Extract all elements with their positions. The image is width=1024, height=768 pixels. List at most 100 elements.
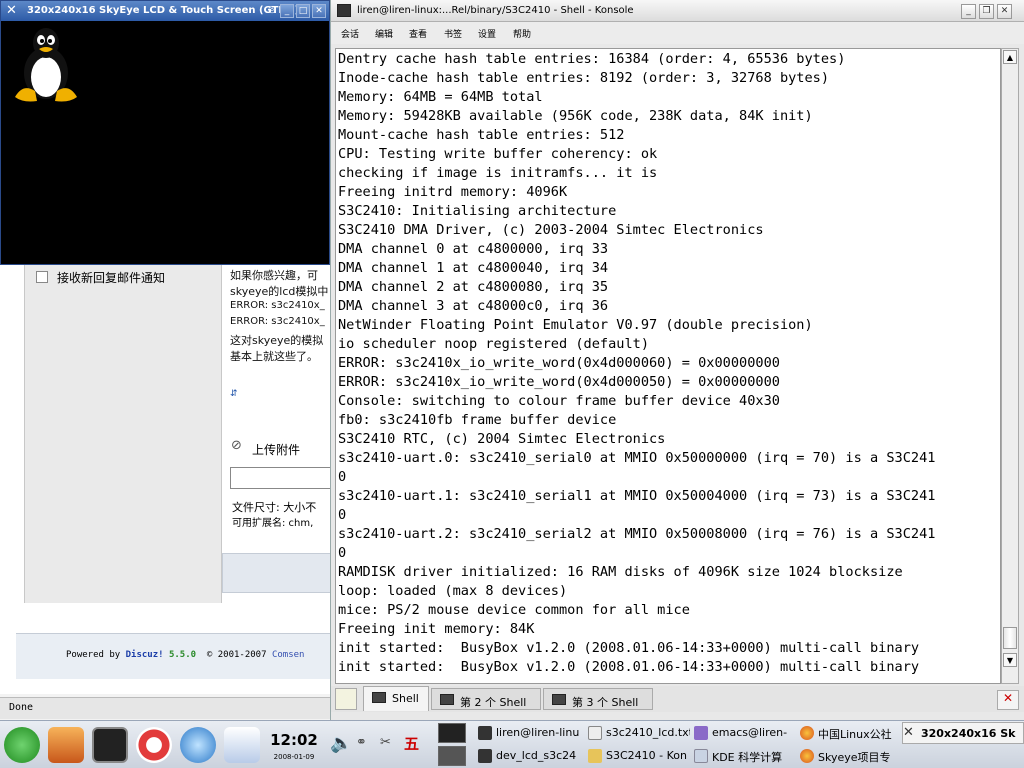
terminal-icon: [372, 692, 386, 703]
tab-shell[interactable]: Shell: [363, 686, 429, 711]
konsole-titlebar[interactable]: liren@liren-linux:...Rel/binary/S3C2410 …: [331, 0, 1024, 22]
kde-menu-icon[interactable]: [4, 727, 40, 763]
terminal-line: DMA channel 3 at c48000c0, irq 36: [338, 298, 609, 314]
browser-status-bar: Done: [0, 697, 332, 719]
terminal-line: s3c2410-uart.1: s3c2410_serial1 at MMIO …: [338, 488, 936, 504]
skyeye-title: 320x240x16 SkyEye LCD & Touch Screen (GT…: [27, 5, 300, 16]
resize-editor-icon[interactable]: ⇵: [230, 389, 238, 399]
terminal-line: S3C2410 DMA Driver, (c) 2003-2004 Simtec…: [338, 222, 764, 238]
terminal-line: Dentry cache hash table entries: 16384 (…: [338, 51, 846, 67]
menu-help[interactable]: 帮助: [513, 27, 531, 40]
maximize-button[interactable]: □: [296, 4, 310, 18]
terminal-line: Freeing initrd memory: 4096K: [338, 184, 568, 200]
status-text: Done: [9, 702, 34, 713]
minimize-button[interactable]: _: [961, 4, 976, 19]
network-icon[interactable]: ⚭: [356, 735, 367, 750]
upload-attachment-label: 上传附件: [252, 443, 301, 457]
terminal-line: S3C2410: Initialising architecture: [338, 203, 617, 219]
scroll-thumb[interactable]: [1003, 627, 1017, 649]
menu-edit[interactable]: 编辑: [375, 27, 393, 40]
terminal-line: fb0: s3c2410fb frame buffer device: [338, 412, 617, 428]
pager-desktop-2[interactable]: [438, 746, 466, 766]
terminal-icon: [552, 694, 566, 705]
terminal-line: init started: BusyBox v1.2.0 (2008.01.06…: [338, 659, 920, 675]
folder-icon: [588, 749, 602, 763]
post-text-line: ERROR: s3c2410x_: [230, 300, 325, 311]
clock[interactable]: 12:02 2008-01-09: [268, 731, 320, 761]
close-button[interactable]: ✕: [997, 4, 1012, 19]
menu-session[interactable]: 会话: [341, 27, 359, 40]
task-s3c2410-lcd[interactable]: s3c2410_lcd.txt: [588, 722, 690, 744]
kde-icon: [694, 749, 708, 763]
konsole-tab-bar: Shell 第 2 个 Shell 第 3 个 Shell ✕: [331, 686, 1024, 712]
terminal-line: DMA channel 2 at c4800080, irq 35: [338, 279, 609, 295]
maximize-button[interactable]: ❐: [979, 4, 994, 19]
terminal-icon[interactable]: [92, 727, 128, 763]
minimize-button[interactable]: _: [280, 4, 294, 18]
konsole-title: liren@liren-linux:...Rel/binary/S3C2410 …: [357, 5, 634, 16]
post-text-line: 基本上就这些了。: [230, 350, 318, 363]
terminal-line: 0: [338, 545, 347, 561]
skyeye-titlebar[interactable]: ✕ 320x240x16 SkyEye LCD & Touch Screen (…: [1, 1, 329, 21]
terminal-line: Memory: 59428KB available (956K code, 23…: [338, 108, 813, 124]
discuz-link[interactable]: Discuz!: [126, 650, 164, 660]
terminal-line: NetWinder Floating Point Emulator V0.97 …: [338, 317, 813, 333]
task-skyeye-project[interactable]: Skyeye项目专: [800, 745, 904, 767]
x-app-icon[interactable]: ✕: [6, 3, 17, 18]
menu-view[interactable]: 查看: [409, 27, 427, 40]
terminal-icon[interactable]: [337, 4, 351, 17]
task-dev-lcd[interactable]: dev_lcd_s3c24: [478, 745, 584, 767]
task-emacs[interactable]: emacs@liren-: [694, 722, 798, 744]
help-icon[interactable]: ◎: [265, 4, 279, 18]
browser-icon[interactable]: [180, 727, 216, 763]
task-skyeye-lcd[interactable]: ✕ 320x240x16 Sk: [902, 722, 1024, 744]
task-kde-science[interactable]: KDE 科学计算: [694, 745, 798, 767]
comsen-link[interactable]: Comsen: [272, 650, 305, 660]
terminal-line: init started: BusyBox v1.2.0 (2008.01.06…: [338, 640, 920, 656]
help-icon[interactable]: [136, 727, 172, 763]
terminal-line: ERROR: s3c2410x_io_write_word(0x4d000050…: [338, 374, 780, 390]
submit-area: [222, 553, 332, 593]
tux-penguin-logo: [15, 28, 77, 102]
text-file-icon: [588, 726, 602, 740]
tab-shell-3[interactable]: 第 3 个 Shell: [543, 688, 653, 710]
calendar-icon[interactable]: [224, 727, 260, 763]
new-session-icon[interactable]: [335, 688, 357, 710]
terminal-icon: [478, 726, 492, 740]
konsole-menubar: 会话 编辑 查看 书签 设置 帮助: [331, 22, 1024, 44]
tab-shell-2[interactable]: 第 2 个 Shell: [431, 688, 541, 710]
terminal-line: 0: [338, 507, 347, 523]
input-method-label[interactable]: 五: [404, 733, 419, 754]
terminal-line: s3c2410-uart.2: s3c2410_serial2 at MMIO …: [338, 526, 936, 542]
menu-bookmarks[interactable]: 书签: [444, 27, 462, 40]
close-tab-icon[interactable]: ✕: [997, 690, 1019, 710]
terminal-icon: [478, 749, 492, 763]
terminal-line: RAMDISK driver initialized: 16 RAM disks…: [338, 564, 903, 580]
home-icon[interactable]: [48, 727, 84, 763]
task-linux-forum[interactable]: 中国Linux公社: [800, 722, 898, 744]
scroll-up-arrow[interactable]: ▲: [1003, 50, 1017, 64]
terminal-output[interactable]: Dentry cache hash table entries: 16384 (…: [335, 48, 1001, 684]
menu-settings[interactable]: 设置: [478, 27, 496, 40]
close-button[interactable]: ✕: [312, 4, 326, 18]
task-s3c2410-konsole[interactable]: S3C2410 - Kon: [588, 745, 690, 767]
terminal-scrollbar[interactable]: ▲ ▼: [1001, 48, 1019, 684]
firefox-icon: [800, 749, 814, 763]
kde-taskbar: 12:02 2008-01-09 🔈 ⚭ ✂ 五 liren@liren-lin…: [0, 720, 1024, 768]
volume-icon[interactable]: 🔈: [330, 733, 352, 754]
pager-desktop-1[interactable]: [438, 723, 466, 743]
post-text-line: skyeye的lcd模拟中: [230, 285, 329, 298]
terminal-line: DMA channel 1 at c4800040, irq 34: [338, 260, 609, 276]
email-notify-checkbox[interactable]: [36, 271, 48, 283]
clipboard-icon[interactable]: ✂: [380, 735, 391, 750]
attachment-file-input[interactable]: [230, 467, 332, 489]
extensions-label: 可用扩展名: chm,: [232, 518, 314, 529]
file-size-label: 文件尺寸: 大小不: [232, 501, 317, 514]
terminal-line: s3c2410-uart.0: s3c2410_serial0 at MMIO …: [338, 450, 936, 466]
reply-options-panel: [24, 263, 222, 603]
task-konsole-liren[interactable]: liren@liren-linu: [478, 722, 584, 744]
terminal-line: Freeing init memory: 84K: [338, 621, 535, 637]
scroll-down-arrow[interactable]: ▼: [1003, 653, 1017, 667]
post-text-line: 如果你感兴趣，可: [230, 269, 318, 282]
terminal-line: Memory: 64MB = 64MB total: [338, 89, 543, 105]
